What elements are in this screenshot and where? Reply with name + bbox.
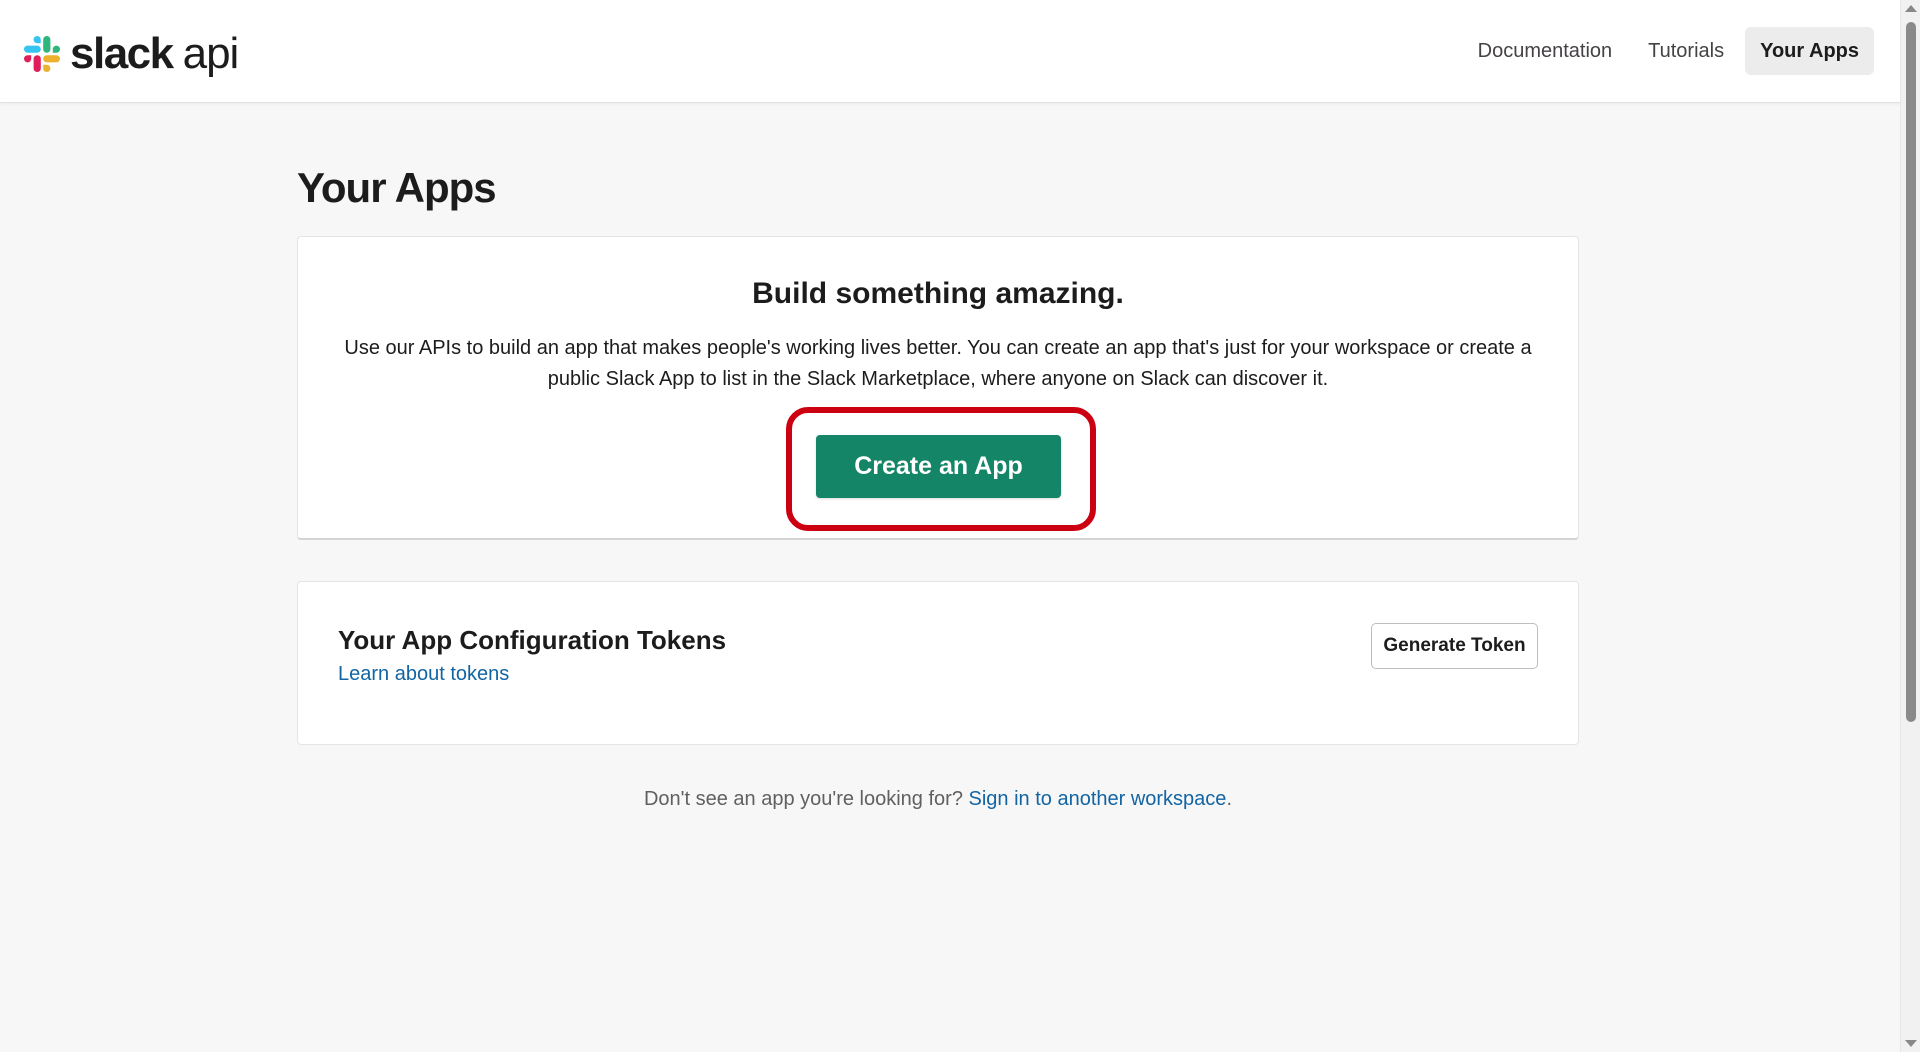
build-card-description: Use our APIs to build an app that makes … (344, 337, 1532, 390)
build-app-card: Build something amazing. Use our APIs to… (297, 236, 1579, 540)
app-configuration-tokens-card: Your App Configuration Tokens Learn abou… (297, 581, 1579, 745)
create-an-app-button[interactable]: Create an App (816, 435, 1061, 498)
nav-your-apps-link[interactable]: Your Apps (1745, 27, 1874, 75)
generate-token-button[interactable]: Generate Token (1371, 623, 1538, 669)
tokens-card-title: Your App Configuration Tokens (338, 625, 727, 655)
slack-logo-icon (24, 36, 60, 72)
slack-api-logo-link[interactable]: slack api (24, 29, 240, 78)
build-card-heading: Build something amazing. (752, 277, 1124, 310)
scroll-up-arrow-icon[interactable] (1905, 5, 1917, 12)
logo-suffix: api (182, 29, 240, 78)
footer-period: . (1226, 788, 1232, 810)
learn-about-tokens-link[interactable]: Learn about tokens (338, 663, 509, 686)
nav-documentation-link[interactable]: Documentation (1463, 27, 1628, 75)
scroll-down-arrow-icon[interactable] (1905, 1040, 1917, 1047)
sign-in-another-workspace-link[interactable]: Sign in to another workspace (969, 788, 1227, 810)
page-scrollbar[interactable] (1900, 0, 1920, 1052)
footer-prompt-text: Don't see an app you're looking for? (643, 788, 969, 810)
top-navigation-bar: slack api Documentation Tutorials Your A… (0, 0, 1900, 103)
logo-wordmark: slack (70, 29, 174, 78)
page-title: Your Apps (297, 164, 497, 211)
nav-tutorials-link[interactable]: Tutorials (1633, 27, 1739, 75)
footer-note: Don't see an app you're looking for? Sig… (297, 788, 1579, 811)
primary-nav: Documentation Tutorials Your Apps (1457, 27, 1874, 75)
scrollbar-thumb[interactable] (1906, 22, 1916, 722)
